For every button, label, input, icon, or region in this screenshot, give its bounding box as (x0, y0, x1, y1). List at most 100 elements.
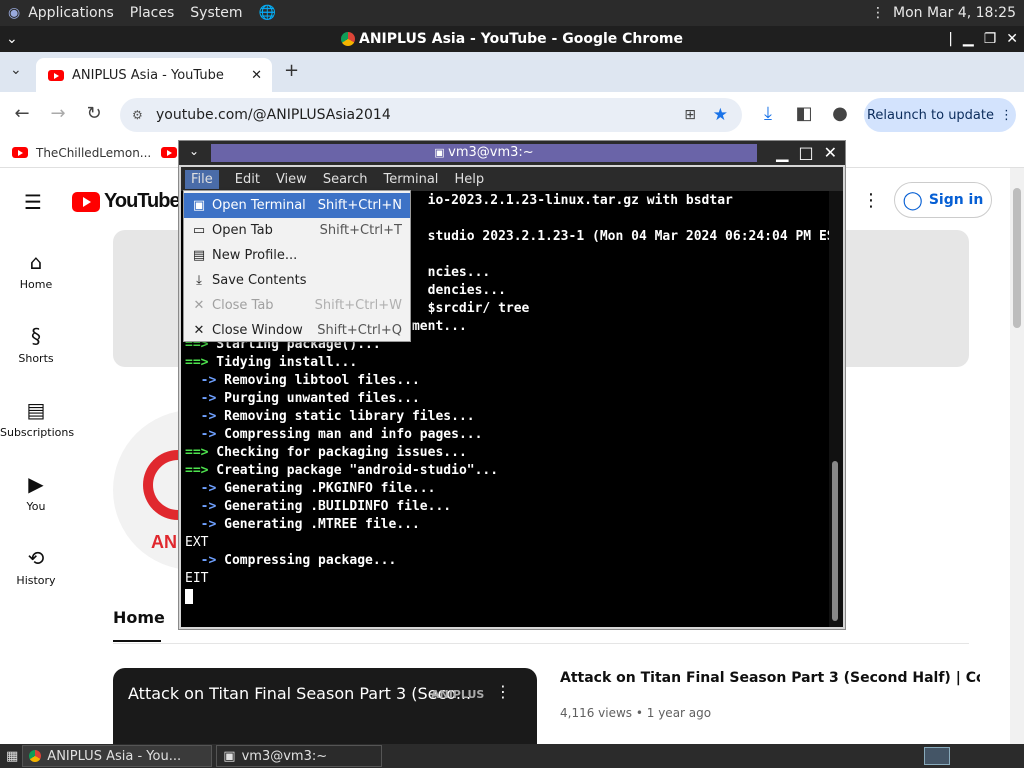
history-icon: ⟲ (27, 546, 45, 570)
nav-subscriptions[interactable]: ▤ Subscriptions (0, 398, 74, 439)
scrollbar-thumb[interactable] (832, 461, 838, 621)
nav-label: You (26, 500, 46, 513)
taskbar-item-chrome[interactable]: ANIPLUS Asia - You... (22, 745, 213, 767)
tab-strip: ⌄ ANIPLUS Asia - YouTube ✕ + (0, 52, 1024, 92)
youtube-logo[interactable]: YouTube (72, 190, 181, 213)
menu-item-close-tab[interactable]: ✕ Close Tab Shift+Ctrl+W (184, 293, 410, 318)
menu-item-open-tab[interactable]: ▭ Open Tab Shift+Ctrl+T (184, 218, 410, 243)
chrome-window-titlebar: ⌄ ANIPLUS Asia - YouTube - Google Chrome… (0, 26, 1024, 52)
nav-home[interactable]: ⌂ Home (0, 250, 72, 291)
maximize-icon[interactable]: □ (798, 143, 813, 162)
menu-search[interactable]: Search (323, 172, 368, 187)
relaunch-button[interactable]: Relaunch to update ⋮ (864, 98, 1016, 132)
nav-history[interactable]: ⟲ History (0, 546, 72, 587)
system-menu[interactable]: System (190, 5, 242, 21)
terminal-line: -> Compressing package... (185, 553, 825, 571)
line-prefix: -> (185, 517, 217, 532)
profile-icon[interactable]: ● (828, 102, 852, 126)
terminal-line: ==> Tidying install... (185, 355, 825, 373)
terminal-menubar: File Edit View Search Terminal Help (181, 167, 843, 191)
line-text: Compressing man and info pages... (216, 427, 483, 442)
menu-item-new-profile[interactable]: ▤ New Profile... (184, 243, 410, 268)
tab-aniplus[interactable]: ANIPLUS Asia - YouTube ✕ (36, 58, 272, 92)
back-icon[interactable]: ← (10, 102, 34, 126)
workspace-switcher[interactable] (924, 747, 950, 765)
globe-icon[interactable]: 🌐 (258, 5, 275, 21)
places-menu[interactable]: Places (130, 5, 175, 21)
tab-home[interactable]: Home (113, 608, 165, 642)
chrome-icon (341, 32, 355, 46)
maximize-icon[interactable]: ❐ (984, 31, 997, 47)
url-text[interactable]: youtube.com/@ANIPLUSAsia2014 (156, 107, 391, 123)
video-thumbnail[interactable]: Attack on Titan Final Season Part 3 (Sec… (113, 668, 537, 744)
menu-view[interactable]: View (276, 172, 307, 187)
terminal-titlebar[interactable]: ⌄ ▣ vm3@vm3:~ ▁ □ ✕ (179, 141, 845, 165)
terminal-line: ==> Creating package "android-studio"... (185, 463, 825, 481)
show-desktop-icon[interactable]: ▦ (6, 749, 18, 764)
line-prefix: -> (185, 373, 217, 388)
hamburger-icon[interactable]: ☰ (24, 190, 42, 214)
sign-in-button[interactable]: ◯ Sign in (894, 182, 992, 218)
menu-terminal[interactable]: Terminal (383, 172, 438, 187)
terminal-cursor-line (185, 589, 825, 607)
close-icon: ✕ (193, 298, 205, 313)
menu-help[interactable]: Help (454, 172, 484, 187)
chrome-icon (29, 750, 42, 762)
terminal-line: -> Removing libtool files... (185, 373, 825, 391)
clock[interactable]: Mon Mar 4, 18:25 (893, 5, 1016, 21)
panel-menu-icon[interactable]: ⋮ (871, 5, 885, 21)
reload-icon[interactable]: ↻ (82, 102, 106, 126)
menu-edit[interactable]: Edit (235, 172, 260, 187)
download-icon[interactable]: ⤓ (756, 102, 780, 126)
line-text: Purging unwanted files... (216, 391, 420, 406)
menu-item-open-terminal[interactable]: ▣ Open Terminal Shift+Ctrl+N (184, 193, 410, 218)
window-menu-icon[interactable]: ⌄ (6, 31, 18, 47)
menu-item-save-contents[interactable]: ⤓ Save Contents (184, 268, 410, 293)
new-tab-icon[interactable]: + (284, 60, 299, 81)
minimize-icon[interactable]: ▁ (963, 31, 974, 47)
menu-file[interactable]: File (185, 169, 219, 189)
menu-item-label: Open Terminal (212, 198, 306, 213)
window-menu-icon[interactable]: ⌄ (189, 144, 199, 158)
side-panel-icon[interactable]: ◧ (792, 102, 816, 126)
close-icon[interactable]: ✕ (1006, 31, 1018, 47)
terminal-scrollbar[interactable] (829, 191, 843, 627)
omnibox[interactable]: ⚙ youtube.com/@ANIPLUSAsia2014 ⊞ ★ (120, 98, 742, 132)
menu-item-label: Close Window (212, 323, 303, 338)
menu-item-label: Close Tab (212, 298, 274, 313)
nav-shorts[interactable]: § Shorts (0, 324, 72, 365)
window-title: ANIPLUS Asia - YouTube - Google Chrome (359, 31, 683, 47)
forward-icon[interactable]: → (46, 102, 70, 126)
line-prefix: -> (185, 427, 217, 442)
bookmark-star-icon[interactable]: ★ (713, 105, 728, 125)
page-scrollbar[interactable] (1010, 168, 1024, 744)
menu-item-accel: Shift+Ctrl+Q (317, 323, 402, 338)
menu-item-close-window[interactable]: ✕ Close Window Shift+Ctrl+Q (184, 318, 410, 343)
terminal-line: -> Generating .MTREE file... (185, 517, 825, 535)
thumb-more-icon[interactable]: ⋮ (495, 682, 511, 701)
more-icon[interactable]: ⋮ (1000, 108, 1013, 123)
you-icon: ▶ (28, 472, 44, 496)
video-title[interactable]: Attack on Titan Final Season Part 3 (Sec… (560, 670, 980, 686)
tab-title: ANIPLUS Asia - YouTube (72, 67, 224, 83)
line-text: Removing static library files... (216, 409, 475, 424)
scrollbar-thumb[interactable] (1013, 188, 1021, 328)
applications-menu[interactable]: Applications (28, 5, 114, 21)
tab-close-icon[interactable]: ✕ (251, 68, 262, 83)
terminal-icon: ▣ (434, 146, 449, 159)
taskbar-item-terminal[interactable]: ▣ vm3@vm3:~ (216, 745, 383, 767)
line-text: EXT (185, 535, 209, 550)
more-options-icon[interactable]: ⋮ (862, 190, 880, 211)
menu-item-label: Open Tab (212, 223, 273, 238)
site-info-icon[interactable]: ⚙ (132, 108, 143, 122)
tab-list-icon[interactable]: ⌄ (10, 62, 22, 78)
gnome-foot-icon[interactable]: ◉ (8, 5, 20, 21)
nav-you[interactable]: ▶ You (0, 472, 72, 513)
bookmark-item[interactable]: TheChilledLemon... (36, 146, 151, 160)
install-app-icon[interactable]: ⊞ (684, 107, 696, 123)
sign-in-label: Sign in (928, 192, 984, 208)
terminal-line: -> Purging unwanted files... (185, 391, 825, 409)
minimize-icon[interactable]: ▁ (776, 143, 788, 162)
home-icon: ⌂ (29, 250, 43, 274)
close-icon[interactable]: ✕ (824, 143, 837, 162)
